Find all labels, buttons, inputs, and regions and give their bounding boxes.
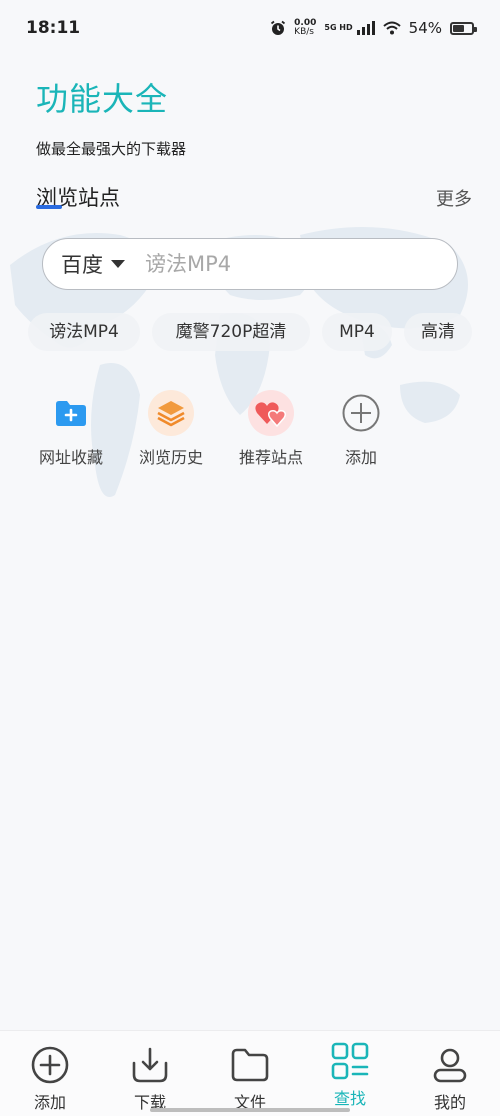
folder-icon bbox=[210, 1045, 290, 1085]
shortcut-grid: 网址收藏 浏览历史 推荐站点 添加 bbox=[26, 390, 386, 470]
nav-label: 我的 bbox=[433, 1093, 466, 1112]
search-input[interactable] bbox=[143, 251, 387, 277]
search-engine-label: 百度 bbox=[61, 253, 103, 277]
shortcut-label: 浏览历史 bbox=[138, 448, 203, 467]
search-suggestion-chips: 谤法MP4 魔警720P超清 MP4 高清 bbox=[28, 313, 488, 353]
chevron-down-icon bbox=[111, 260, 125, 268]
suggestion-chip[interactable]: 高清 bbox=[404, 313, 472, 351]
shortcut-label: 推荐站点 bbox=[238, 448, 303, 467]
nav-label: 查找 bbox=[333, 1089, 366, 1108]
signal-icon bbox=[356, 21, 375, 35]
nav-item-search[interactable]: 查找 bbox=[310, 1041, 390, 1109]
shortcut-label: 添加 bbox=[344, 448, 377, 467]
history-layers-icon bbox=[148, 390, 194, 436]
wifi-icon bbox=[382, 21, 401, 35]
status-time: 18:11 bbox=[26, 18, 81, 38]
bookmark-folder-icon bbox=[48, 390, 94, 436]
status-bar: 18:11 0.00 KB/s 5G HD 54% bbox=[0, 0, 500, 56]
nav-label: 添加 bbox=[33, 1093, 66, 1112]
grid-search-icon bbox=[310, 1041, 390, 1081]
net-speed: 0.00 KB/s bbox=[294, 19, 316, 37]
page-subtitle: 做最全最强大的下载器 bbox=[36, 140, 187, 158]
battery-percent: 54% bbox=[408, 19, 442, 37]
download-icon bbox=[110, 1045, 190, 1085]
hearts-icon bbox=[248, 390, 294, 436]
bottom-nav: 添加 下载 文件 查找 我的 bbox=[0, 1030, 500, 1116]
search-engine-select[interactable]: 百度 bbox=[61, 249, 125, 279]
shortcut-label: 网址收藏 bbox=[38, 448, 103, 467]
nav-item-download[interactable]: 下载 bbox=[110, 1045, 190, 1113]
suggestion-chip[interactable]: MP4 bbox=[322, 313, 392, 351]
search-bar[interactable]: 百度 bbox=[42, 238, 458, 290]
status-icons: 0.00 KB/s 5G HD 54% bbox=[270, 19, 477, 37]
nav-item-profile[interactable]: 我的 bbox=[410, 1045, 490, 1113]
net-speed-unit: KB/s bbox=[294, 27, 314, 37]
network-type: 5G HD bbox=[324, 23, 353, 32]
suggestion-chip[interactable]: 魔警720P超清 bbox=[152, 313, 310, 351]
user-icon bbox=[410, 1045, 490, 1085]
section-title-underline bbox=[36, 205, 62, 209]
shortcut-bookmarks[interactable]: 网址收藏 bbox=[26, 390, 116, 468]
more-link[interactable]: 更多 bbox=[436, 185, 472, 211]
home-indicator[interactable] bbox=[150, 1108, 350, 1112]
shortcut-recommended[interactable]: 推荐站点 bbox=[226, 390, 316, 468]
battery-icon bbox=[450, 21, 477, 35]
alarm-icon bbox=[271, 20, 286, 35]
nav-item-add[interactable]: 添加 bbox=[10, 1045, 90, 1113]
nav-item-files[interactable]: 文件 bbox=[210, 1045, 290, 1113]
suggestion-chip[interactable]: 谤法MP4 bbox=[28, 313, 140, 351]
shortcut-add[interactable]: 添加 bbox=[316, 390, 406, 468]
page-title: 功能大全 bbox=[36, 80, 169, 118]
shortcut-history[interactable]: 浏览历史 bbox=[126, 390, 216, 468]
plus-circle-icon bbox=[338, 390, 384, 436]
add-circle-icon bbox=[10, 1045, 90, 1085]
